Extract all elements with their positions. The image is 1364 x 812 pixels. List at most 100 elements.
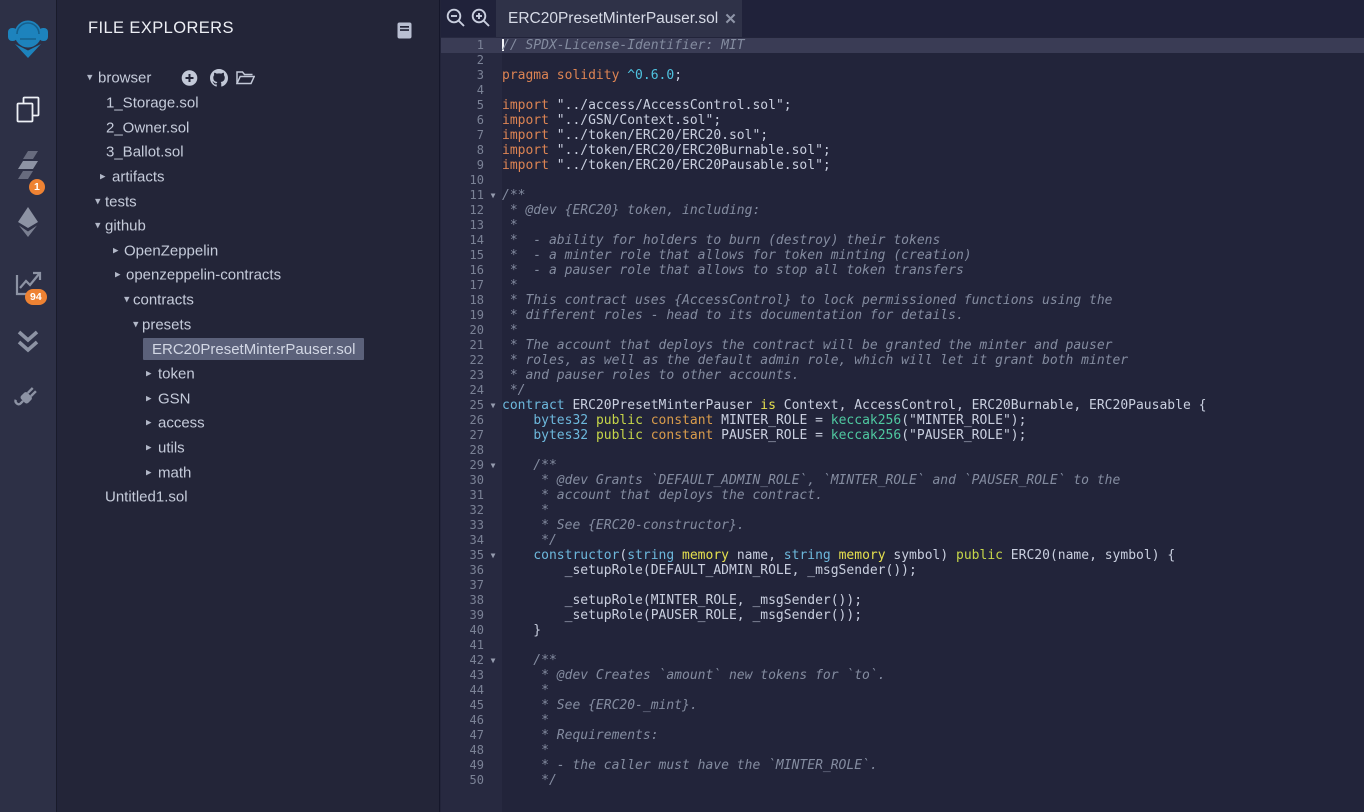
add-file-icon[interactable] — [181, 70, 198, 87]
code-line-47[interactable]: 47 * Requirements: — [441, 728, 1364, 743]
code-line-2[interactable]: 2 — [441, 53, 1364, 68]
fold-arrow-icon[interactable]: ▼ — [484, 458, 502, 473]
tree-item-presets[interactable]: ▾presets — [58, 312, 439, 337]
code-line-31[interactable]: 31 * account that deploys the contract. — [441, 488, 1364, 503]
chevron-right-icon[interactable]: ▸ — [146, 467, 152, 478]
code-line-20[interactable]: 20 * — [441, 323, 1364, 338]
code-line-29[interactable]: 29▼ /** — [441, 458, 1364, 473]
tree-item-3-ballot-sol[interactable]: 3_Ballot.sol — [58, 140, 439, 165]
chevron-right-icon[interactable]: ▸ — [146, 442, 152, 453]
sidebar-item-solidity-compiler[interactable] — [0, 149, 56, 181]
code-area[interactable]: 1// SPDX-License-Identifier: MIT23pragma… — [441, 37, 1364, 812]
code-line-30[interactable]: 30 * @dev Grants `DEFAULT_ADMIN_ROLE`, `… — [441, 473, 1364, 488]
chevron-right-icon[interactable]: ▸ — [146, 393, 152, 404]
code-line-49[interactable]: 49 * - the caller must have the `MINTER_… — [441, 758, 1364, 773]
code-line-8[interactable]: 8import "../token/ERC20/ERC20Burnable.so… — [441, 143, 1364, 158]
code-line-36[interactable]: 36 _setupRole(DEFAULT_ADMIN_ROLE, _msgSe… — [441, 563, 1364, 578]
tree-item-openzeppelin[interactable]: ▸OpenZeppelin — [58, 238, 439, 263]
code-line-32[interactable]: 32 * — [441, 503, 1364, 518]
code-line-27[interactable]: 27 bytes32 public constant PAUSER_ROLE =… — [441, 428, 1364, 443]
code-line-17[interactable]: 17 * — [441, 278, 1364, 293]
code-line-9[interactable]: 9import "../token/ERC20/ERC20Pausable.so… — [441, 158, 1364, 173]
code-line-10[interactable]: 10 — [441, 173, 1364, 188]
chevron-down-icon[interactable]: ▾ — [87, 73, 93, 84]
code-line-16[interactable]: 16 * - a pauser role that allows to stop… — [441, 263, 1364, 278]
code-line-43[interactable]: 43 * @dev Creates `amount` new tokens fo… — [441, 668, 1364, 683]
code-line-37[interactable]: 37 — [441, 578, 1364, 593]
tree-item-1-storage-sol[interactable]: 1_Storage.sol — [58, 91, 439, 116]
code-line-41[interactable]: 41 — [441, 638, 1364, 653]
chevron-right-icon[interactable]: ▸ — [146, 369, 152, 380]
chevron-right-icon[interactable]: ▸ — [100, 171, 106, 182]
code-line-4[interactable]: 4 — [441, 83, 1364, 98]
sidebar-item-deploy-and-run[interactable] — [0, 205, 56, 239]
chevron-down-icon[interactable]: ▾ — [133, 319, 139, 330]
code-line-38[interactable]: 38 _setupRole(MINTER_ROLE, _msgSender())… — [441, 593, 1364, 608]
code-line-5[interactable]: 5import "../access/AccessControl.sol"; — [441, 98, 1364, 113]
tree-item-browser[interactable]: ▾browser — [58, 66, 439, 91]
code-line-23[interactable]: 23 * and pauser roles to other accounts. — [441, 368, 1364, 383]
remix-logo[interactable] — [0, 15, 56, 62]
code-line-50[interactable]: 50 */ — [441, 773, 1364, 788]
tree-item-tests[interactable]: ▾tests — [58, 189, 439, 214]
code-line-35[interactable]: 35▼ constructor(string memory name, stri… — [441, 548, 1364, 563]
fold-arrow-icon[interactable]: ▼ — [484, 188, 502, 203]
code-line-6[interactable]: 6import "../GSN/Context.sol"; — [441, 113, 1364, 128]
fold-arrow-icon[interactable]: ▼ — [484, 548, 502, 563]
editor-tab[interactable]: ERC20PresetMinterPauser.sol ✕ — [496, 0, 742, 37]
code-line-3[interactable]: 3pragma solidity ^0.6.0; — [441, 68, 1364, 83]
code-line-15[interactable]: 15 * - a minter role that allows for tok… — [441, 248, 1364, 263]
code-line-28[interactable]: 28 — [441, 443, 1364, 458]
tree-item-access[interactable]: ▸access — [58, 411, 439, 436]
tree-item-github[interactable]: ▾github — [58, 214, 439, 239]
open-folder-icon[interactable] — [236, 71, 255, 86]
code-line-40[interactable]: 40 } — [441, 623, 1364, 638]
tree-item-untitled1-sol[interactable]: Untitled1.sol — [58, 485, 439, 510]
tree-item-utils[interactable]: ▸utils — [58, 436, 439, 461]
code-line-22[interactable]: 22 * roles, as well as the default admin… — [441, 353, 1364, 368]
fold-arrow-icon[interactable]: ▼ — [484, 398, 502, 413]
code-line-45[interactable]: 45 * See {ERC20-_mint}. — [441, 698, 1364, 713]
code-line-39[interactable]: 39 _setupRole(PAUSER_ROLE, _msgSender())… — [441, 608, 1364, 623]
tree-item-gsn[interactable]: ▸GSN — [58, 386, 439, 411]
github-import-icon[interactable] — [210, 69, 228, 87]
tab-close-icon[interactable]: ✕ — [724, 10, 737, 28]
chevron-down-icon[interactable]: ▾ — [95, 221, 101, 232]
code-line-21[interactable]: 21 * The account that deploys the contra… — [441, 338, 1364, 353]
code-line-44[interactable]: 44 * — [441, 683, 1364, 698]
code-line-46[interactable]: 46 * — [441, 713, 1364, 728]
code-line-24[interactable]: 24 */ — [441, 383, 1364, 398]
sidebar-item-file-explorer[interactable] — [0, 94, 56, 124]
tree-item-artifacts[interactable]: ▸artifacts — [58, 165, 439, 190]
code-line-1[interactable]: 1// SPDX-License-Identifier: MIT — [441, 38, 1364, 53]
code-line-12[interactable]: 12 * @dev {ERC20} token, including: — [441, 203, 1364, 218]
tree-item-2-owner-sol[interactable]: 2_Owner.sol — [58, 115, 439, 140]
code-line-7[interactable]: 7import "../token/ERC20/ERC20.sol"; — [441, 128, 1364, 143]
tree-item-openzeppelin-contracts[interactable]: ▸openzeppelin-contracts — [58, 263, 439, 288]
changelog-book-icon[interactable] — [397, 22, 412, 44]
code-line-11[interactable]: 11▼/** — [441, 188, 1364, 203]
chevron-right-icon[interactable]: ▸ — [115, 270, 121, 281]
zoom-out-icon[interactable] — [445, 7, 467, 29]
chevron-down-icon[interactable]: ▾ — [124, 295, 130, 306]
code-line-26[interactable]: 26 bytes32 public constant MINTER_ROLE =… — [441, 413, 1364, 428]
tree-item-contracts[interactable]: ▾contracts — [58, 288, 439, 313]
tree-item-erc20presetminterpauser-sol[interactable]: ERC20PresetMinterPauser.sol — [58, 337, 439, 362]
chevron-right-icon[interactable]: ▸ — [113, 245, 119, 256]
zoom-in-icon[interactable] — [470, 7, 492, 29]
code-line-13[interactable]: 13 * — [441, 218, 1364, 233]
code-line-33[interactable]: 33 * See {ERC20-constructor}. — [441, 518, 1364, 533]
code-line-34[interactable]: 34 */ — [441, 533, 1364, 548]
chevron-right-icon[interactable]: ▸ — [146, 418, 152, 429]
sidebar-item-unit-testing[interactable] — [0, 329, 56, 355]
sidebar-item-plugin-manager[interactable] — [0, 382, 56, 414]
code-line-19[interactable]: 19 * different roles - head to its docum… — [441, 308, 1364, 323]
code-line-48[interactable]: 48 * — [441, 743, 1364, 758]
chevron-down-icon[interactable]: ▾ — [95, 196, 101, 207]
fold-arrow-icon[interactable]: ▼ — [484, 653, 502, 668]
tree-item-token[interactable]: ▸token — [58, 362, 439, 387]
code-line-18[interactable]: 18 * This contract uses {AccessControl} … — [441, 293, 1364, 308]
tree-item-math[interactable]: ▸math — [58, 460, 439, 485]
code-line-42[interactable]: 42▼ /** — [441, 653, 1364, 668]
code-line-25[interactable]: 25▼contract ERC20PresetMinterPauser is C… — [441, 398, 1364, 413]
